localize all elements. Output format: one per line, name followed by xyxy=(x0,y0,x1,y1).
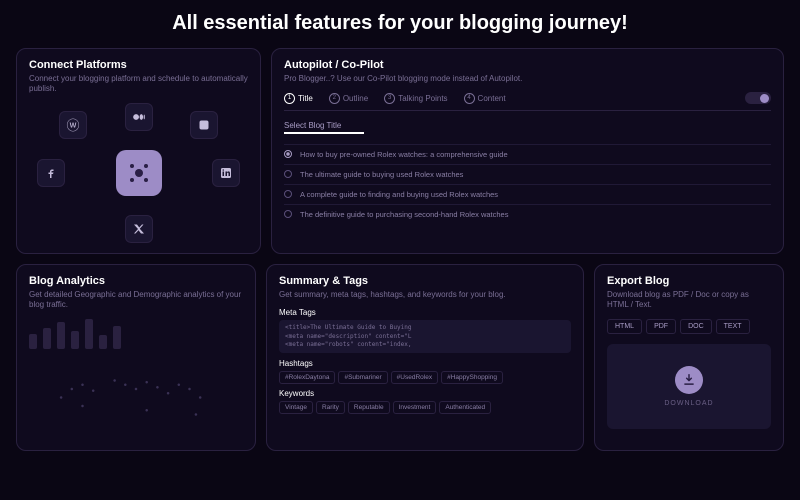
x-icon[interactable] xyxy=(125,215,153,243)
export-text-button[interactable]: TEXT xyxy=(716,319,750,334)
analytics-subtitle: Get detailed Geographic and Demographic … xyxy=(29,290,243,311)
title-option[interactable]: A complete guide to finding and buying u… xyxy=(284,184,771,204)
world-map xyxy=(29,355,243,440)
export-html-button[interactable]: HTML xyxy=(607,319,642,334)
title-option[interactable]: The definitive guide to purchasing secon… xyxy=(284,204,771,224)
export-title: Export Blog xyxy=(607,275,771,287)
analytics-card: Blog Analytics Get detailed Geographic a… xyxy=(16,264,256,451)
hashtag[interactable]: #HappyShopping xyxy=(441,371,503,384)
mode-toggle[interactable] xyxy=(745,92,771,104)
export-subtitle: Download blog as PDF / Doc or copy as HT… xyxy=(607,290,771,311)
hashtag[interactable]: #UsedRolex xyxy=(391,371,438,384)
download-label: DOWNLOAD xyxy=(664,400,713,407)
download-icon xyxy=(675,366,703,394)
keyword[interactable]: Authenticated xyxy=(439,401,491,414)
center-app-icon xyxy=(116,150,162,196)
radio-icon xyxy=(284,210,292,218)
keyword[interactable]: Rarity xyxy=(316,401,345,414)
medium-icon[interactable] xyxy=(125,103,153,131)
keyword[interactable]: Reputable xyxy=(348,401,390,414)
page-title: All essential features for your blogging… xyxy=(16,10,784,36)
autopilot-subtitle: Pro Blogger..? Use our Co-Pilot blogging… xyxy=(284,74,771,84)
keyword[interactable]: Vintage xyxy=(279,401,313,414)
keyword[interactable]: Investment xyxy=(393,401,437,414)
summary-subtitle: Get summary, meta tags, hashtags, and ke… xyxy=(279,290,571,300)
download-button[interactable]: DOWNLOAD xyxy=(607,344,771,429)
radio-icon xyxy=(284,150,292,158)
export-doc-button[interactable]: DOC xyxy=(680,319,712,334)
meta-label: Meta Tags xyxy=(279,308,571,317)
bar-chart xyxy=(29,319,243,349)
meta-code-block: <title>The Ultimate Guide to Buying <met… xyxy=(279,320,571,353)
export-card: Export Blog Download blog as PDF / Doc o… xyxy=(594,264,784,451)
summary-title: Summary & Tags xyxy=(279,275,571,287)
title-option[interactable]: The ultimate guide to buying used Rolex … xyxy=(284,164,771,184)
title-option[interactable]: How to buy pre-owned Rolex watches: a co… xyxy=(284,144,771,164)
blogger-icon[interactable] xyxy=(190,111,218,139)
autopilot-card: Autopilot / Co-Pilot Pro Blogger..? Use … xyxy=(271,48,784,254)
tab-title[interactable]: 1Title xyxy=(284,93,313,104)
export-pdf-button[interactable]: PDF xyxy=(646,319,676,334)
facebook-icon[interactable] xyxy=(37,159,65,187)
wordpress-icon[interactable]: ⓦ xyxy=(59,111,87,139)
keywords-label: Keywords xyxy=(279,389,571,398)
platforms-diagram: ⓦ xyxy=(29,103,248,243)
hashtag[interactable]: #RolexDaytona xyxy=(279,371,335,384)
autopilot-title: Autopilot / Co-Pilot xyxy=(284,59,771,71)
hashtag[interactable]: #Submariner xyxy=(338,371,387,384)
tab-outline[interactable]: 2Outline xyxy=(329,93,368,104)
wizard-tabs: 1Title 2Outline 3Talking Points 4Content xyxy=(284,92,771,111)
platforms-card: Connect Platforms Connect your blogging … xyxy=(16,48,261,254)
radio-icon xyxy=(284,170,292,178)
tab-talking-points[interactable]: 3Talking Points xyxy=(384,93,447,104)
hashtags-label: Hashtags xyxy=(279,359,571,368)
analytics-title: Blog Analytics xyxy=(29,275,243,287)
section-underline xyxy=(284,132,364,134)
section-label: Select Blog Title xyxy=(284,121,771,130)
linkedin-icon[interactable] xyxy=(212,159,240,187)
radio-icon xyxy=(284,190,292,198)
summary-card: Summary & Tags Get summary, meta tags, h… xyxy=(266,264,584,451)
platforms-title: Connect Platforms xyxy=(29,59,248,71)
tab-content[interactable]: 4Content xyxy=(464,93,506,104)
platforms-subtitle: Connect your blogging platform and sched… xyxy=(29,74,248,95)
